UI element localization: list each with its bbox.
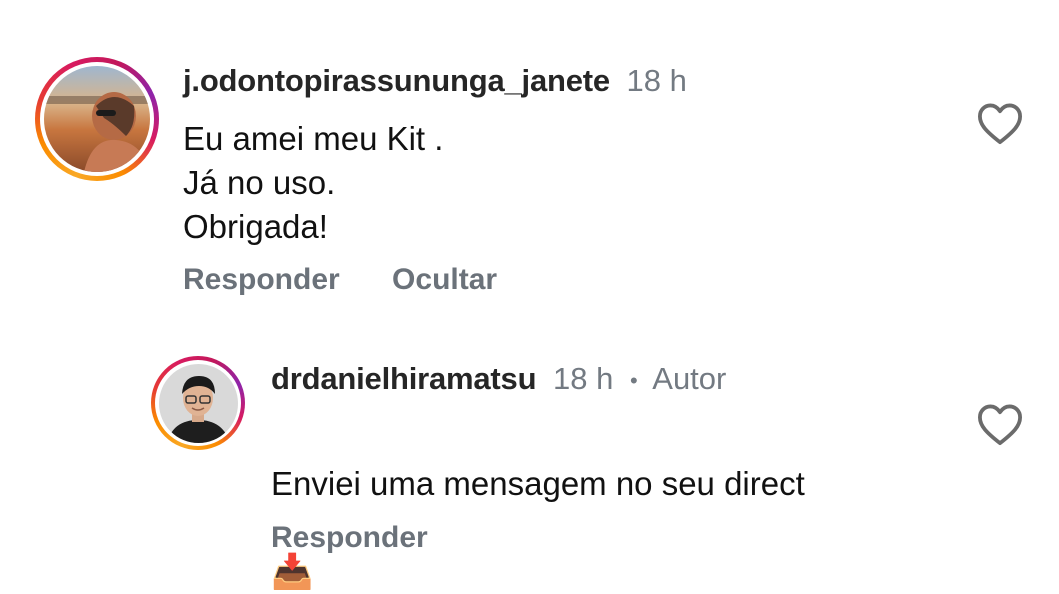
- reply-button[interactable]: Responder: [183, 263, 340, 296]
- comment-text-content: Enviei uma mensagem no seu direct: [271, 465, 805, 502]
- comment-header: drdanielhiramatsu 18 h • Autor: [271, 360, 726, 400]
- avatar-story-ring[interactable]: [151, 356, 245, 450]
- comment-reply-item: drdanielhiramatsu 18 h • Autor Enviei um…: [0, 310, 1059, 593]
- avatar-photo-icon: [158, 363, 238, 443]
- author-badge: Autor: [652, 361, 727, 396]
- avatar: [44, 66, 150, 172]
- comment-actions: Responder Ocultar: [183, 262, 497, 298]
- comment-text: Enviei uma mensagem no seu direct 📥: [271, 418, 951, 594]
- heart-outline-icon[interactable]: [977, 403, 1023, 447]
- avatar: [158, 363, 238, 443]
- comment-item: j.odontopirassununga_janete 18 h Eu amei…: [0, 0, 1059, 310]
- comment-timestamp: 18 h: [626, 63, 687, 98]
- avatar-story-ring[interactable]: [35, 57, 159, 181]
- comment-timestamp: 18 h: [552, 361, 614, 396]
- heart-outline-icon[interactable]: [977, 102, 1023, 146]
- comment-username[interactable]: drdanielhiramatsu: [271, 361, 537, 396]
- comment-text: Eu amei meu Kit . Já no uso. Obrigada!: [183, 120, 444, 245]
- avatar-photo-icon: [44, 66, 150, 172]
- comment-actions: Responder: [271, 520, 428, 556]
- comment-header: j.odontopirassununga_janete 18 h: [183, 62, 687, 100]
- comment-username[interactable]: j.odontopirassununga_janete: [183, 63, 610, 98]
- inbox-tray-icon: 📥: [271, 552, 314, 592]
- hide-button[interactable]: Ocultar: [392, 263, 497, 296]
- reply-button[interactable]: Responder: [271, 521, 428, 554]
- meta-separator: •: [629, 367, 638, 393]
